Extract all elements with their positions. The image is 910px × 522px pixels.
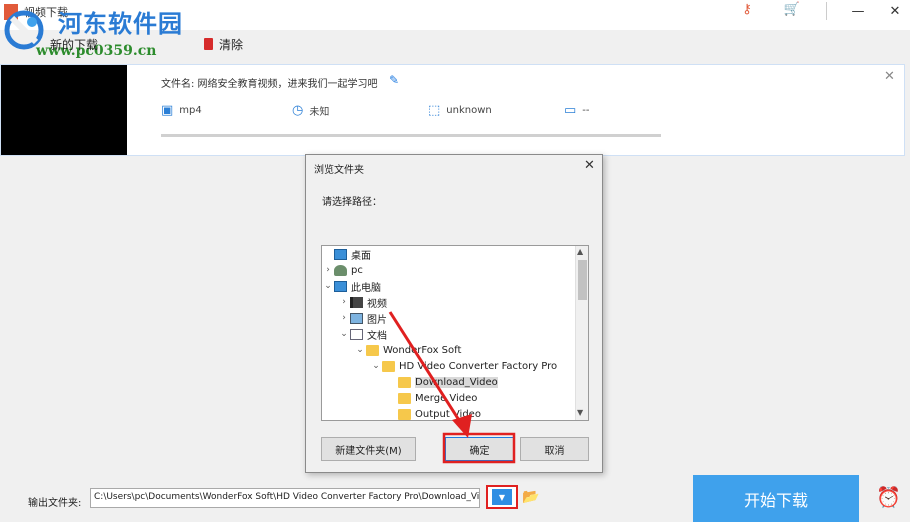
folder-icon	[398, 376, 411, 388]
trash-icon	[204, 38, 213, 50]
scroll-down-icon[interactable]: ▼	[577, 408, 583, 417]
tree-item-label: 桌面	[351, 250, 371, 262]
divider	[826, 2, 827, 20]
chevron-right-icon[interactable]: ›	[338, 297, 350, 307]
dialog-prompt: 请选择路径：	[322, 197, 382, 208]
size-value: --	[582, 105, 590, 116]
chevron-down-icon: ▼	[492, 489, 512, 505]
tree-item-label: 文档	[367, 330, 387, 342]
ok-button[interactable]: 确定	[445, 437, 514, 461]
cart-icon[interactable]: 🛒	[782, 2, 802, 22]
key-icon[interactable]: ⚷	[737, 2, 757, 22]
computer-icon	[334, 280, 347, 292]
tree-item-desktop[interactable]: 桌面	[322, 246, 576, 262]
tree-item-hd-converter[interactable]: ⌄ HD Video Converter Factory Pro	[322, 358, 576, 374]
folder-icon	[398, 408, 411, 420]
tree-item-videos[interactable]: › 视频	[322, 294, 576, 310]
watermark-site-name: 河东软件园	[58, 9, 183, 38]
start-download-button[interactable]: 开始下载	[693, 475, 859, 522]
output-path-field[interactable]: C:\Users\pc\Documents\WonderFox Soft\HD …	[90, 488, 480, 508]
path-dropdown-button[interactable]: ▼	[486, 485, 518, 509]
folder-icon	[366, 344, 379, 356]
clear-button[interactable]: 清除	[204, 34, 243, 54]
new-folder-button[interactable]: 新建文件夹(M)	[321, 437, 416, 461]
desktop-icon	[334, 248, 347, 260]
size-info: ▭ --	[564, 103, 590, 118]
file-name-label: 文件名: 网络安全教育视频，进来我们一起学习吧	[161, 79, 378, 90]
video-thumbnail	[1, 65, 127, 155]
tree-item-label: 图片	[367, 314, 387, 326]
video-file-icon: ▣	[161, 103, 174, 118]
chevron-down-icon[interactable]: ⌄	[322, 281, 334, 291]
folder-icon	[382, 360, 395, 372]
scroll-thumb[interactable]	[578, 260, 587, 300]
chevron-right-icon[interactable]: ›	[322, 265, 334, 275]
tree-item-label: Output Video	[415, 408, 481, 420]
tree-item-label: Merge Video	[415, 392, 478, 404]
cancel-button[interactable]: 取消	[520, 437, 589, 461]
close-button[interactable]: ✕	[885, 4, 905, 22]
video-folder-icon	[350, 296, 363, 308]
picture-folder-icon	[350, 312, 363, 324]
tree-item-this-pc[interactable]: ⌄ 此电脑	[322, 278, 576, 294]
tree-item-pc[interactable]: › pc	[322, 262, 576, 278]
chevron-down-icon[interactable]: ⌄	[370, 361, 382, 371]
resolution-value: unknown	[446, 105, 492, 116]
download-progress-bar	[161, 134, 661, 137]
tree-scrollbar[interactable]: ▲ ▼	[575, 246, 588, 420]
clock-icon: ◷	[292, 103, 304, 118]
new-download-button[interactable]: 新的下载	[50, 36, 98, 53]
tree-item-pictures[interactable]: › 图片	[322, 310, 576, 326]
user-icon	[334, 264, 347, 276]
resolution-info: ⬚ unknown	[428, 103, 492, 118]
browse-folder-dialog: 浏览文件夹 ✕ 请选择路径： 桌面 › pc ⌄ 此电脑 › 视频 › 图片 ⌄…	[305, 154, 603, 473]
output-folder-label: 输出文件夹:	[28, 498, 82, 509]
alarm-clock-icon[interactable]: ⏰	[876, 485, 901, 509]
edit-pencil-icon[interactable]: ✎	[389, 73, 399, 87]
chevron-down-icon[interactable]: ⌄	[338, 329, 350, 339]
duration-value: 未知	[309, 107, 330, 118]
clear-label: 清除	[219, 37, 244, 52]
tree-item-label: Download_Video	[415, 376, 498, 388]
format-value: mp4	[179, 105, 202, 116]
dialog-title: 浏览文件夹	[314, 165, 364, 176]
duration-info: ◷ 未知	[292, 103, 329, 118]
resolution-icon: ⬚	[428, 103, 441, 118]
chevron-right-icon[interactable]: ›	[338, 313, 350, 323]
scroll-up-icon[interactable]: ▲	[577, 247, 583, 256]
tree-item-documents[interactable]: ⌄ 文档	[322, 326, 576, 342]
tree-item-label: 视频	[367, 298, 387, 310]
remove-task-icon[interactable]: ✕	[884, 69, 895, 84]
minimize-button[interactable]: —	[848, 4, 868, 22]
chevron-down-icon[interactable]: ⌄	[354, 345, 366, 355]
tree-item-label: pc	[351, 264, 363, 276]
dialog-close-icon[interactable]: ✕	[584, 158, 595, 173]
document-folder-icon	[350, 328, 363, 340]
tree-item-download-video[interactable]: Download_Video	[322, 374, 576, 390]
tree-item-merge-video[interactable]: Merge Video	[322, 390, 576, 406]
tree-item-output-video[interactable]: Output Video	[322, 406, 576, 420]
tree-item-label: 此电脑	[351, 282, 381, 294]
tree-item-wonderfox[interactable]: ⌄ WonderFox Soft	[322, 342, 576, 358]
folder-icon	[398, 392, 411, 404]
tree-item-label: WonderFox Soft	[383, 344, 462, 356]
format-info: ▣ mp4	[161, 103, 202, 118]
folder-size-icon: ▭	[564, 103, 577, 118]
browse-folder-icon[interactable]: 📂	[522, 489, 539, 505]
tree-item-label: HD Video Converter Factory Pro	[399, 360, 558, 372]
download-task-card: 文件名: 网络安全教育视频，进来我们一起学习吧 ✎ ✕ ▣ mp4 ◷ 未知 ⬚…	[0, 64, 905, 156]
folder-tree[interactable]: 桌面 › pc ⌄ 此电脑 › 视频 › 图片 ⌄ 文档 ⌄ WonderFox…	[321, 245, 589, 421]
